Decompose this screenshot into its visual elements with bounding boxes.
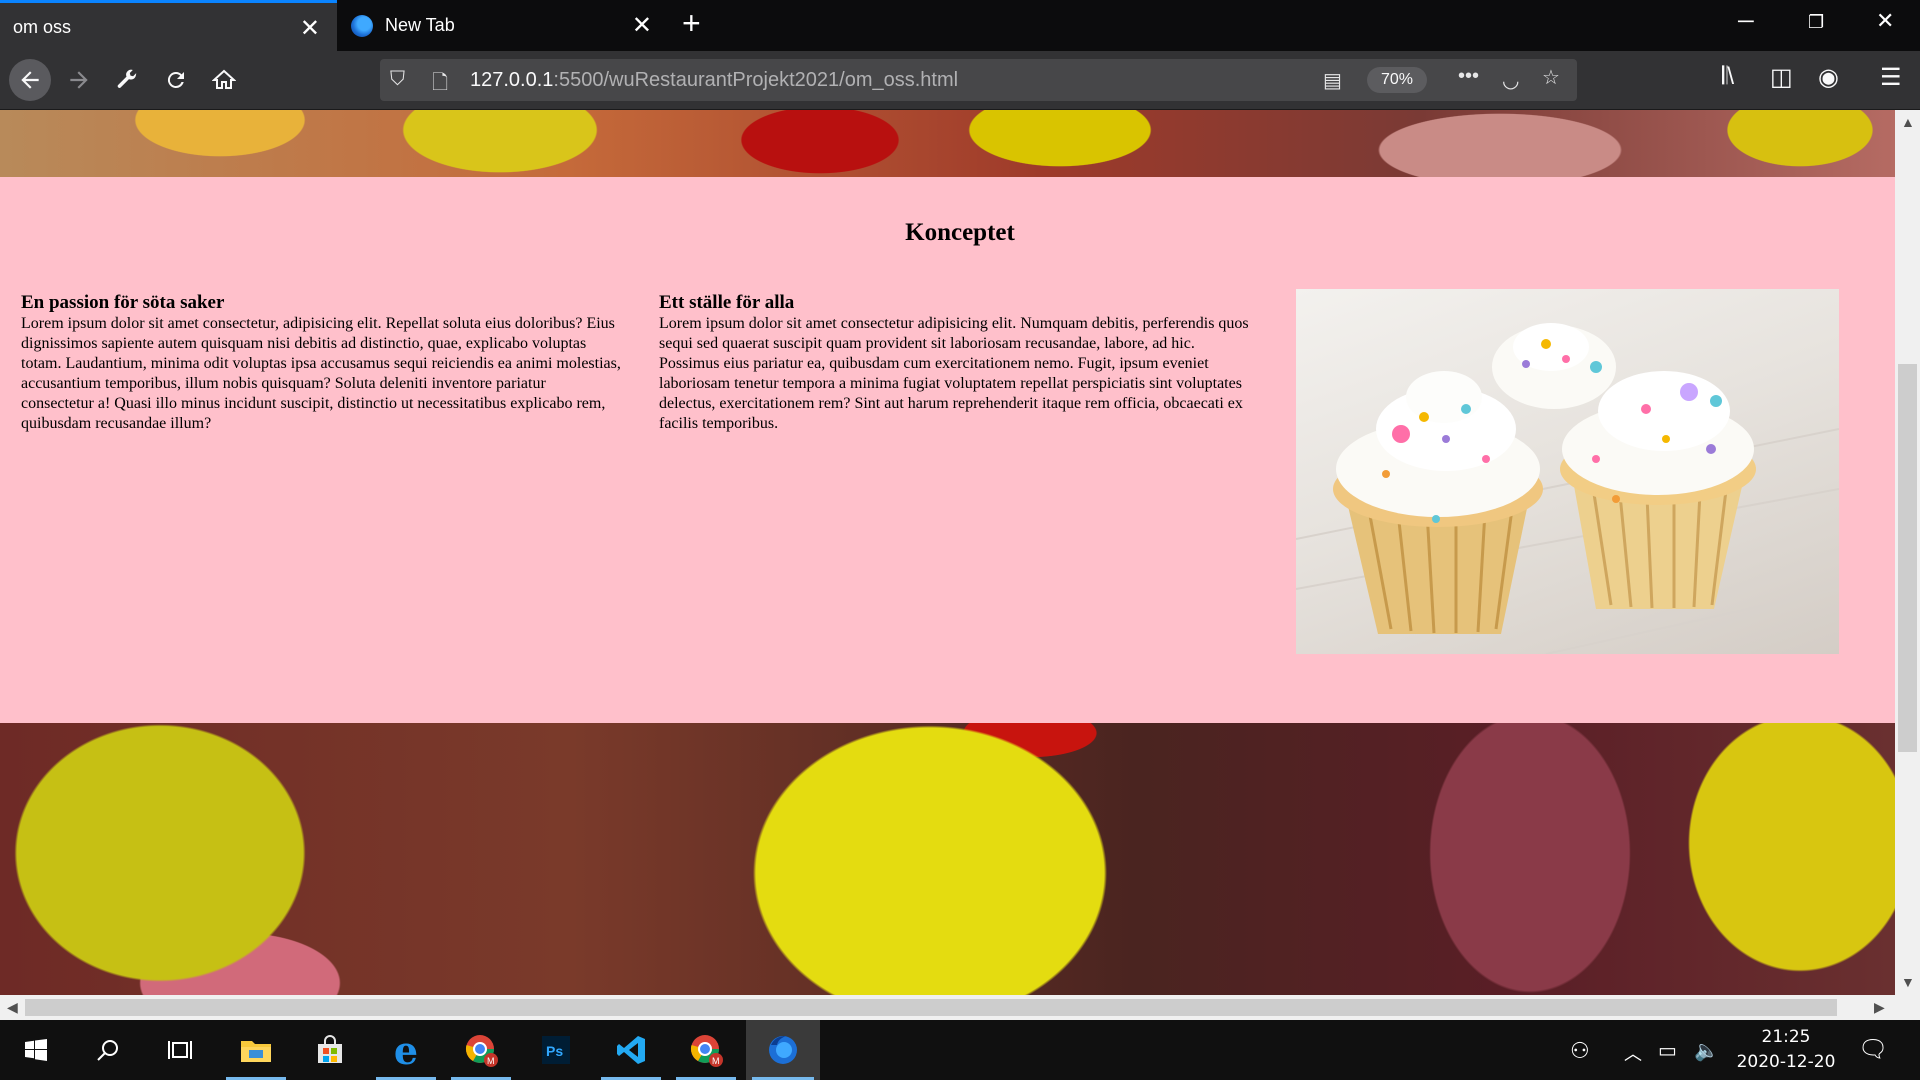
close-tab-icon[interactable]: ✕ xyxy=(632,11,652,40)
minimize-button[interactable]: ─ xyxy=(1738,8,1754,34)
sidebar-icon[interactable]: ◫ xyxy=(1770,63,1793,92)
battery-icon[interactable]: ▭ xyxy=(1658,1038,1677,1063)
hamburger-menu-icon[interactable]: ☰ xyxy=(1880,63,1902,92)
vscode-icon xyxy=(617,1036,645,1064)
show-hidden-icons-chevron-icon[interactable]: ︿ xyxy=(1624,1040,1642,1066)
store-icon xyxy=(318,1035,342,1063)
clock-time: 21:25 xyxy=(1761,1027,1811,1047)
library-icon[interactable]: 𝄃\ xyxy=(1722,63,1734,91)
new-tab-button[interactable]: + xyxy=(682,5,701,42)
tab-strip: om oss ✕ New Tab ✕ + ─ ❐ ✕ xyxy=(0,0,1920,51)
scroll-down-arrow-icon[interactable]: ▼ xyxy=(1901,974,1915,990)
action-center-icon[interactable]: 🗨 xyxy=(1858,1035,1888,1064)
vertical-scroll-thumb[interactable] xyxy=(1898,364,1917,752)
microsoft-store-button[interactable] xyxy=(294,1020,366,1080)
tab-title: om oss xyxy=(13,16,72,37)
customize-wrench-button[interactable] xyxy=(108,61,146,99)
close-tab-icon[interactable]: ✕ xyxy=(300,14,320,43)
section-heading: Konceptet xyxy=(905,219,1015,246)
home-icon xyxy=(212,69,236,89)
restore-button[interactable]: ❐ xyxy=(1808,12,1824,33)
horizontal-scroll-thumb[interactable] xyxy=(25,999,1837,1016)
tab-om-oss[interactable]: om oss ✕ xyxy=(0,0,337,51)
svg-text:M: M xyxy=(712,1056,720,1066)
column-passion: En passion för söta saker Lorem ipsum do… xyxy=(21,292,621,434)
search-icon xyxy=(97,1040,118,1061)
people-icon[interactable]: ⚇ xyxy=(1570,1038,1590,1064)
page-viewport: Konceptet En passion för söta saker Lore… xyxy=(0,110,1895,995)
tab-title: New Tab xyxy=(385,15,455,35)
clock-date: 2020-12-20 xyxy=(1736,1052,1836,1072)
reload-button[interactable] xyxy=(157,61,195,99)
volume-muted-icon[interactable]: 🔈 xyxy=(1694,1038,1719,1063)
more-actions-icon[interactable]: ••• xyxy=(1458,65,1479,88)
cupcakes-image xyxy=(1296,289,1839,654)
chrome-icon: M xyxy=(690,1035,723,1067)
chrome-icon: M xyxy=(465,1035,498,1067)
horizontal-scrollbar[interactable]: ◀ ▶ xyxy=(0,995,1920,1020)
home-button[interactable] xyxy=(205,61,243,99)
start-button[interactable] xyxy=(0,1020,72,1080)
url-path: :5500/wuRestaurantProjekt2021/om_oss.htm… xyxy=(553,69,959,91)
vscode-button[interactable] xyxy=(595,1020,667,1080)
url-host: 127.0.0.1 xyxy=(470,69,554,91)
windows-taskbar: e M Ps M ⚇ ︿ ▭ 🔈 21:25 2020-12-20 🗨 xyxy=(0,1020,1920,1080)
windows-logo-icon xyxy=(25,1039,47,1061)
chrome-profile-2-button[interactable]: M xyxy=(670,1020,742,1080)
bookmark-star-icon[interactable]: ☆ xyxy=(1542,65,1560,90)
url-text[interactable]: 127.0.0.1:5500/wuRestaurantProjekt2021/o… xyxy=(470,69,958,92)
edge-icon: e xyxy=(393,1027,419,1073)
pocket-icon[interactable]: ◡ xyxy=(1502,68,1519,93)
column-title: En passion för söta saker xyxy=(21,292,225,313)
zoom-level-badge[interactable]: 70% xyxy=(1367,67,1427,93)
navigation-toolbar: ⛉ 🗋 127.0.0.1:5500/wuRestaurantProjekt20… xyxy=(0,51,1920,110)
search-button[interactable] xyxy=(72,1020,144,1080)
vertical-scrollbar[interactable]: ▲ ▼ xyxy=(1895,110,1920,995)
column-for-all: Ett ställe för alla Lorem ipsum dolor si… xyxy=(659,292,1259,434)
scroll-up-arrow-icon[interactable]: ▲ xyxy=(1901,114,1915,130)
arrow-right-icon xyxy=(70,71,88,89)
chrome-profile-1-button[interactable]: M xyxy=(445,1020,517,1080)
scroll-left-arrow-icon[interactable]: ◀ xyxy=(7,999,18,1016)
edge-button[interactable]: e xyxy=(370,1020,442,1080)
reload-icon xyxy=(167,71,184,88)
firefox-icon xyxy=(351,14,373,37)
task-view-icon xyxy=(168,1041,192,1059)
tab-new-tab[interactable]: New Tab ✕ xyxy=(337,0,669,51)
column-title: Ett ställe för alla xyxy=(659,292,795,313)
system-clock[interactable]: 21:25 2020-12-20 xyxy=(1730,1025,1842,1075)
firefox-icon xyxy=(769,1036,797,1064)
background-photo-top xyxy=(0,110,1895,177)
photoshop-icon: Ps xyxy=(542,1036,570,1064)
svg-text:M: M xyxy=(487,1056,495,1066)
arrow-left-icon xyxy=(21,71,39,89)
account-icon[interactable]: ◉ xyxy=(1818,63,1839,92)
page-info-icon[interactable]: 🗋 xyxy=(432,68,448,102)
background-photo-bottom xyxy=(0,723,1895,995)
folder-icon xyxy=(241,1041,271,1062)
shield-icon[interactable]: ⛉ xyxy=(390,68,405,91)
column-text: Lorem ipsum dolor sit amet consectetur a… xyxy=(659,315,1249,432)
concept-section: Konceptet En passion för söta saker Lore… xyxy=(0,177,1895,723)
cupcakes-illustration xyxy=(1296,323,1839,654)
column-text: Lorem ipsum dolor sit amet consectetur, … xyxy=(21,315,621,432)
back-button[interactable] xyxy=(9,59,51,101)
task-view-button[interactable] xyxy=(144,1020,216,1080)
reader-view-icon[interactable]: ▤ xyxy=(1323,68,1342,93)
wrench-icon xyxy=(117,69,137,88)
close-window-button[interactable]: ✕ xyxy=(1876,8,1894,34)
photoshop-button[interactable]: Ps xyxy=(520,1020,592,1080)
file-explorer-button[interactable] xyxy=(220,1020,292,1080)
firefox-button[interactable] xyxy=(746,1020,820,1080)
svg-text:Ps: Ps xyxy=(546,1043,563,1059)
address-bar[interactable]: ⛉ 🗋 127.0.0.1:5500/wuRestaurantProjekt20… xyxy=(380,59,1577,101)
forward-button[interactable] xyxy=(60,61,98,99)
scroll-right-arrow-icon[interactable]: ▶ xyxy=(1874,999,1885,1016)
